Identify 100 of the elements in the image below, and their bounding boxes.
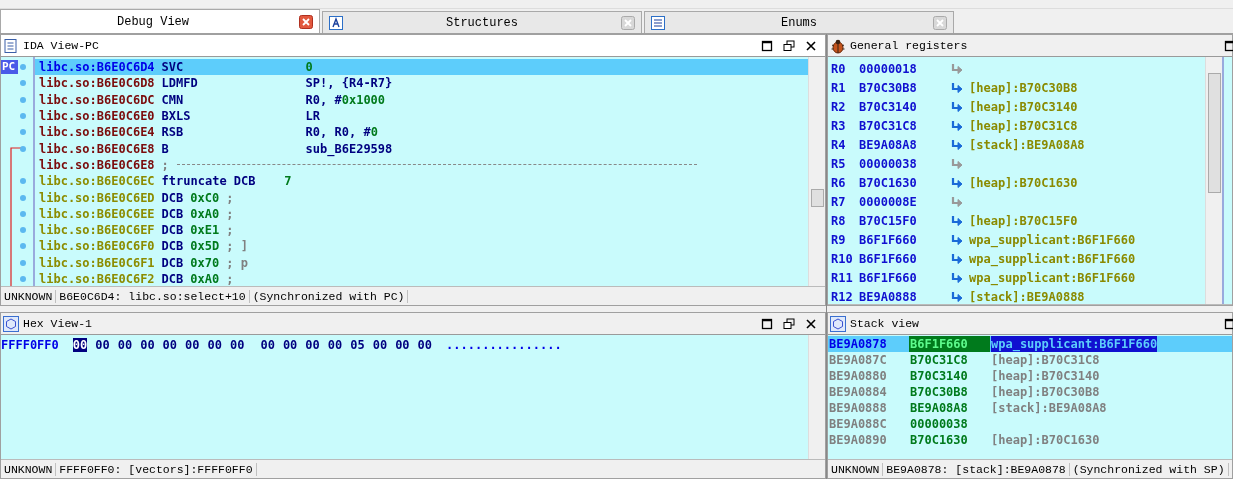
code-address: libc.so:B6E0C6D4 [39, 59, 155, 76]
close-icon[interactable] [299, 14, 313, 29]
register-value[interactable]: B70C3140 [859, 99, 951, 114]
comment: ; p [226, 254, 248, 271]
hex-byte[interactable]: 00 [260, 338, 275, 352]
code-address: libc.so:B6E0C6EC [39, 173, 155, 190]
register-name: R9 [831, 232, 847, 247]
jump-arrow-icon[interactable] [951, 196, 963, 207]
jump-arrow-icon[interactable] [951, 215, 963, 226]
hex-byte[interactable]: 00 [207, 338, 222, 352]
restore-icon[interactable] [783, 317, 795, 330]
hex-byte[interactable]: 00 [162, 338, 178, 352]
jump-arrow-icon[interactable] [951, 139, 963, 150]
register-value[interactable]: 00000018 [859, 61, 951, 76]
stack-row[interactable]: BE9A088C 00000038 [828, 416, 1232, 432]
register-name: R3 [831, 118, 847, 133]
register-value[interactable]: B6F1F660 [859, 270, 951, 285]
jump-arrow-icon[interactable] [951, 272, 963, 283]
breakpoint-dot[interactable] [20, 145, 26, 152]
scrollbar[interactable] [1205, 57, 1222, 304]
close-icon[interactable] [805, 39, 817, 52]
operands: LR [305, 108, 321, 125]
register-value[interactable]: B6F1F660 [859, 232, 951, 247]
comment: ; [161, 156, 169, 173]
hex-byte[interactable]: 00 [72, 338, 88, 352]
tab[interactable]: Debug View [0, 9, 320, 33]
stack-row[interactable]: BE9A0884 B70C30B8 [heap]:B70C30B8 [828, 384, 1232, 400]
ascii-dump: ................ [446, 338, 562, 352]
jump-arrow-icon[interactable] [951, 291, 963, 302]
operands: R0, #0x1000 [305, 91, 386, 108]
status-text: UNKNOWN [1, 289, 57, 303]
status-text: (Synchronized with PC) [249, 289, 409, 303]
hex-byte[interactable]: 00 [229, 338, 245, 352]
tab[interactable]: Structures [322, 11, 642, 33]
maximize-icon[interactable] [1224, 317, 1233, 330]
scrollbar[interactable] [808, 57, 825, 286]
jump-arrow-icon[interactable] [951, 177, 963, 188]
register-value[interactable]: B70C31C8 [859, 118, 951, 133]
jump-arrow-icon[interactable] [951, 63, 963, 74]
hex-byte[interactable]: 00 [140, 338, 155, 352]
breakpoint-dot[interactable] [20, 96, 26, 103]
register-value[interactable]: BE9A08A8 [859, 137, 951, 152]
hex-byte[interactable]: 00 [417, 338, 433, 352]
breakpoint-dot[interactable] [20, 243, 26, 250]
jump-arrow-icon[interactable] [951, 101, 963, 112]
scrollbar[interactable] [808, 335, 825, 459]
breakpoint-dot[interactable] [20, 80, 26, 87]
hex-byte[interactable]: 00 [372, 338, 388, 352]
stack-row[interactable]: BE9A0888 BE9A08A8 [stack]:BE9A08A8 [828, 400, 1232, 416]
register-name: R10 [831, 251, 854, 266]
close-icon[interactable] [805, 317, 817, 330]
jump-arrow-icon[interactable] [951, 234, 963, 245]
mnemonic: DCB [161, 189, 184, 206]
register-value[interactable]: BE9A0888 [859, 289, 951, 304]
hex-byte[interactable]: 00 [95, 338, 110, 352]
register-value[interactable]: B70C30B8 [859, 80, 951, 95]
register-value[interactable]: B70C15F0 [859, 213, 951, 228]
breakpoint-dot[interactable] [20, 227, 26, 234]
maximize-icon[interactable] [1224, 39, 1233, 52]
breakpoint-dot[interactable] [20, 178, 26, 185]
hex-byte[interactable]: 05 [350, 338, 365, 352]
status-text: (Synchronized with SP) [1069, 462, 1229, 476]
bug-icon [830, 37, 846, 54]
panel-title: Stack view [850, 317, 920, 330]
breakpoint-dot[interactable] [20, 210, 26, 217]
breakpoint-dot[interactable] [20, 129, 26, 136]
jump-arrow-icon[interactable] [951, 82, 963, 93]
register-value[interactable]: 00000038 [859, 156, 951, 171]
code-address: libc.so:B6E0C6ED [39, 189, 155, 206]
jump-arrow-icon[interactable] [951, 158, 963, 169]
hex-byte[interactable]: 00 [327, 338, 343, 352]
maximize-icon[interactable] [761, 317, 773, 330]
hex-byte[interactable]: 00 [395, 338, 410, 352]
hex-byte[interactable]: 00 [282, 338, 298, 352]
stack-row[interactable]: BE9A0890 B70C1630 [heap]:B70C1630 [828, 432, 1232, 448]
tab[interactable]: Enums [644, 11, 954, 33]
restore-icon[interactable] [783, 39, 795, 52]
jump-arrow-icon[interactable] [951, 120, 963, 131]
maximize-icon[interactable] [761, 39, 773, 52]
register-target: wpa_supplicant:B6F1F660 [969, 232, 1136, 247]
breakpoint-dot[interactable] [20, 113, 26, 120]
hex-byte[interactable]: 00 [185, 338, 200, 352]
hex-byte[interactable]: 00 [117, 338, 133, 352]
register-name: R6 [831, 175, 847, 190]
breakpoint-dot[interactable] [20, 276, 26, 282]
operands: R0, R0, #0 [305, 124, 378, 141]
register-value[interactable]: 0000008E [859, 194, 951, 209]
stack-row[interactable]: BE9A087C B70C31C8 [heap]:B70C31C8 [828, 352, 1232, 368]
breakpoint-dot[interactable] [20, 194, 26, 201]
code-address: libc.so:B6E0C6E8 [39, 156, 155, 173]
stack-row[interactable]: BE9A0880 B70C3140 [heap]:B70C3140 [828, 368, 1232, 384]
breakpoint-dot[interactable] [20, 259, 26, 266]
operand: 0xC0 [190, 189, 220, 206]
breakpoint-dot[interactable] [20, 64, 26, 71]
hex-byte[interactable]: 00 [305, 338, 320, 352]
register-value[interactable]: B70C1630 [859, 175, 951, 190]
code-address: libc.so:B6E0C6EE [39, 205, 155, 222]
register-value[interactable]: B6F1F660 [859, 251, 951, 266]
stack-row[interactable]: BE9A0878 B6F1F660 wpa_supplicant:B6F1F660 [828, 336, 1232, 352]
jump-arrow-icon[interactable] [951, 253, 963, 264]
